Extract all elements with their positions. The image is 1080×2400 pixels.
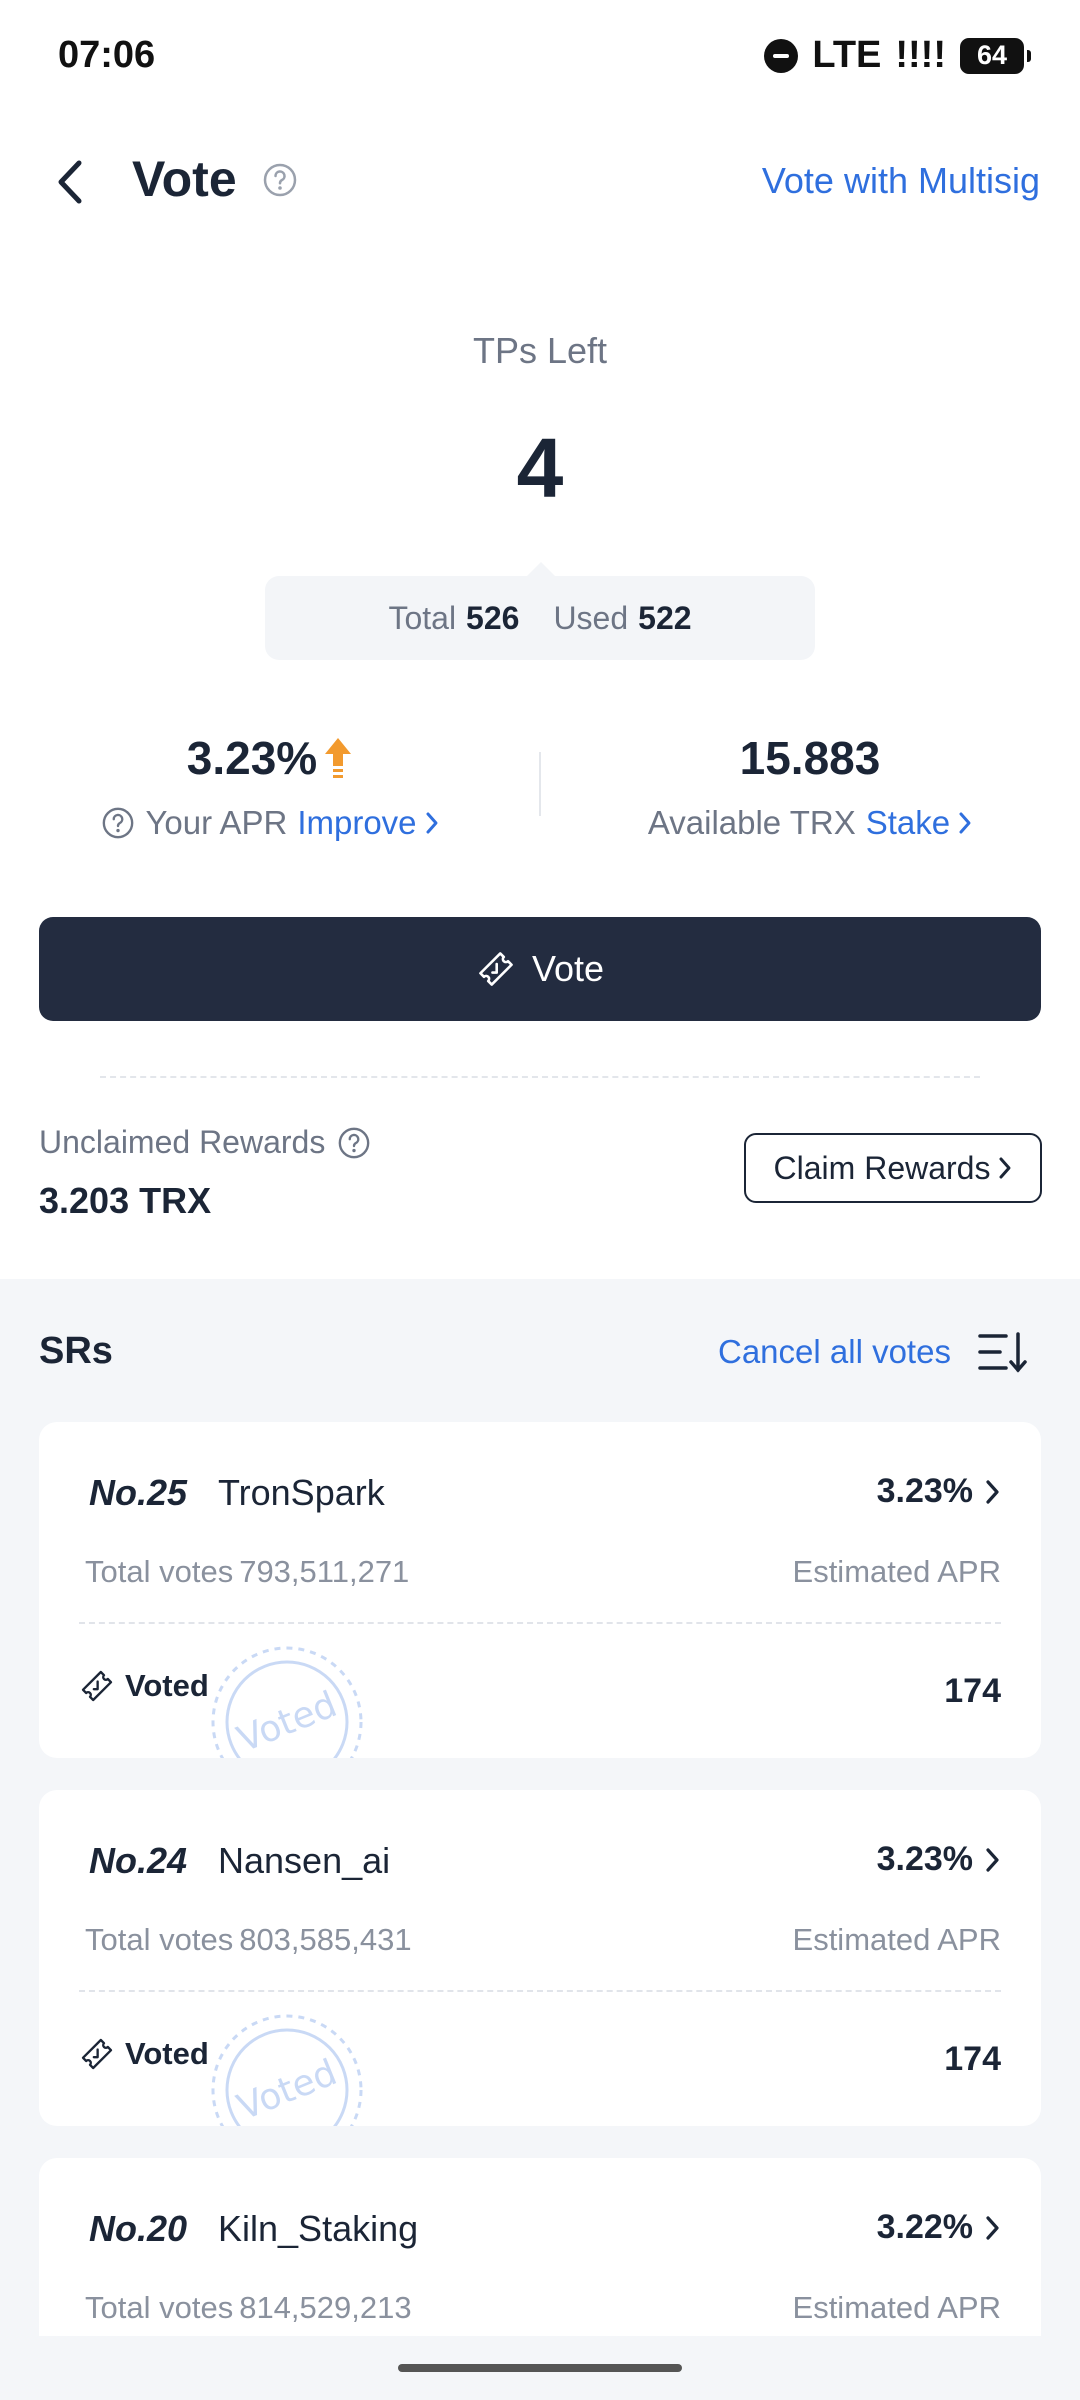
vote-button[interactable]: Vote <box>39 917 1041 1021</box>
signal-icon: !!!! <box>895 34 946 76</box>
app-header: Vote Vote with Multisig <box>0 130 1080 230</box>
tps-left-label: TPs Left <box>472 330 608 371</box>
sr-apr-value: 3.23% <box>876 1472 973 1510</box>
used-label: Used <box>553 599 629 636</box>
voted-stamp-icon: Voted <box>207 1642 377 1758</box>
voted-label: Voted <box>125 2036 209 2071</box>
help-circle-icon[interactable] <box>262 162 298 203</box>
sr-estimated-apr-label: Estimated APR <box>792 1554 1001 1589</box>
sr-estimated-apr-label: Estimated APR <box>792 1922 1001 1957</box>
sr-votes-value: 803,585,431 <box>239 1922 412 1957</box>
sr-votes-value: 814,529,213 <box>239 2290 412 2325</box>
chevron-right-icon <box>959 812 971 834</box>
vote-ticket-icon <box>479 952 513 986</box>
sr-rank: No.25 <box>89 1472 188 1513</box>
sr-apr-value: 3.23% <box>876 1840 973 1878</box>
chevron-right-icon <box>986 1479 999 1504</box>
sr-votes-label: Total votes <box>85 1554 234 1589</box>
improve-link[interactable]: Improve <box>297 804 438 842</box>
help-circle-icon[interactable] <box>337 1126 371 1160</box>
chevron-right-icon <box>426 812 438 834</box>
chevron-right-icon <box>999 1157 1011 1179</box>
used-value: 522 <box>638 599 692 636</box>
sr-estimated-apr-label: Estimated APR <box>792 2290 1001 2325</box>
stake-label: Stake <box>865 804 951 841</box>
sr-apr: 3.23% <box>877 1472 1001 1511</box>
stake-link[interactable]: Stake <box>866 804 972 842</box>
sr-card[interactable]: No.20 Kiln_Staking 3.22% Total votes 814,… <box>39 2158 1041 2358</box>
rewards-label-text: Unclaimed Rewards <box>39 1124 326 1160</box>
sr-name: TronSpark <box>218 1472 385 1513</box>
sr-card[interactable]: No.25 TronSpark 3.23% Total votes 793,511… <box>39 1422 1041 1758</box>
trx-value: 15.883 <box>739 732 881 784</box>
total-label: Total <box>388 599 457 636</box>
card-divider <box>79 1622 1001 1624</box>
cancel-all-votes-link[interactable]: Cancel all votes <box>718 1333 951 1371</box>
voted-stamp-icon: Voted <box>207 2010 377 2126</box>
help-circle-icon[interactable] <box>101 806 135 840</box>
sr-total-votes: Total votes 814,529,213 <box>79 2290 412 2326</box>
back-arrow-icon <box>58 160 82 204</box>
voted-label: Voted <box>125 1668 209 1703</box>
svg-text:Voted: Voted <box>232 1684 343 1758</box>
arrow-up-icon <box>325 738 352 778</box>
sr-votes-label: Total votes <box>85 1922 234 1957</box>
sr-name: Nansen_ai <box>218 1840 391 1881</box>
unclaimed-rewards-label: Unclaimed Rewards <box>39 1124 371 1161</box>
sr-rank: No.24 <box>89 1840 188 1881</box>
improve-label: Improve <box>297 804 417 841</box>
sr-apr: 3.23% <box>877 1840 1001 1879</box>
sr-apr: 3.22% <box>877 2208 1001 2247</box>
sr-voted-count: 174 <box>944 2040 1001 2078</box>
sr-votes-value: 793,511,271 <box>239 1554 410 1589</box>
voted-tag: Voted <box>79 2036 209 2072</box>
sr-votes-label: Total votes <box>85 2290 234 2325</box>
sr-total-votes: Total votes 803,585,431 <box>79 1922 412 1958</box>
vote-button-label: Vote <box>531 948 605 989</box>
vote-ticket-icon <box>81 1670 113 1702</box>
page-title: Vote <box>132 151 237 207</box>
sr-card[interactable]: No.24 Nansen_ai 3.23% Total votes 803,585… <box>39 1790 1041 2126</box>
sr-rank: No.20 <box>89 2208 188 2249</box>
back-button[interactable] <box>40 152 100 212</box>
status-time: 07:06 <box>58 34 156 76</box>
divider <box>100 1076 980 1078</box>
unclaimed-rewards-value: 3.203 TRX <box>39 1180 212 1221</box>
apr-label: Your APR <box>145 804 288 841</box>
claim-rewards-label: Claim Rewards <box>773 1149 991 1186</box>
svg-text:Voted: Voted <box>232 2052 343 2126</box>
sr-voted-count: 174 <box>944 1672 1001 1710</box>
vote-with-multisig-link[interactable]: Vote with Multisig <box>762 160 1040 202</box>
tps-left-value: 4 <box>516 421 564 515</box>
sort-icon[interactable] <box>976 1326 1028 1378</box>
chevron-right-icon <box>986 2215 999 2240</box>
sr-total-votes: Total votes 793,511,271 <box>79 1554 409 1590</box>
status-bar: 07:06 LTE !!!! 64 <box>0 0 1080 120</box>
voted-tag: Voted <box>79 1668 209 1704</box>
battery-level: 64 <box>976 40 1008 70</box>
home-indicator[interactable] <box>398 2364 682 2372</box>
tps-summary-box: Total 526 Used 522 <box>265 562 815 660</box>
srs-title: SRs <box>39 1330 113 1372</box>
apr-stat: 3.23% Your APR Improve <box>0 728 540 842</box>
total-value: 526 <box>466 599 520 636</box>
trx-stat: 15.883 Available TRX Stake <box>540 728 1080 842</box>
card-divider <box>79 1990 1001 1992</box>
do-not-disturb-icon <box>764 38 799 73</box>
vote-ticket-icon <box>81 2038 113 2070</box>
status-indicators: LTE !!!! 64 <box>764 34 1031 77</box>
trx-label: Available TRX <box>647 804 856 841</box>
apr-value: 3.23% <box>186 732 318 784</box>
sr-name: Kiln_Staking <box>218 2208 419 2249</box>
claim-rewards-button[interactable]: Claim Rewards <box>744 1133 1042 1203</box>
network-type: LTE <box>812 34 882 76</box>
battery-icon: 64 <box>960 37 1031 74</box>
chevron-right-icon <box>986 1847 999 1872</box>
sr-apr-value: 3.22% <box>876 2208 973 2246</box>
